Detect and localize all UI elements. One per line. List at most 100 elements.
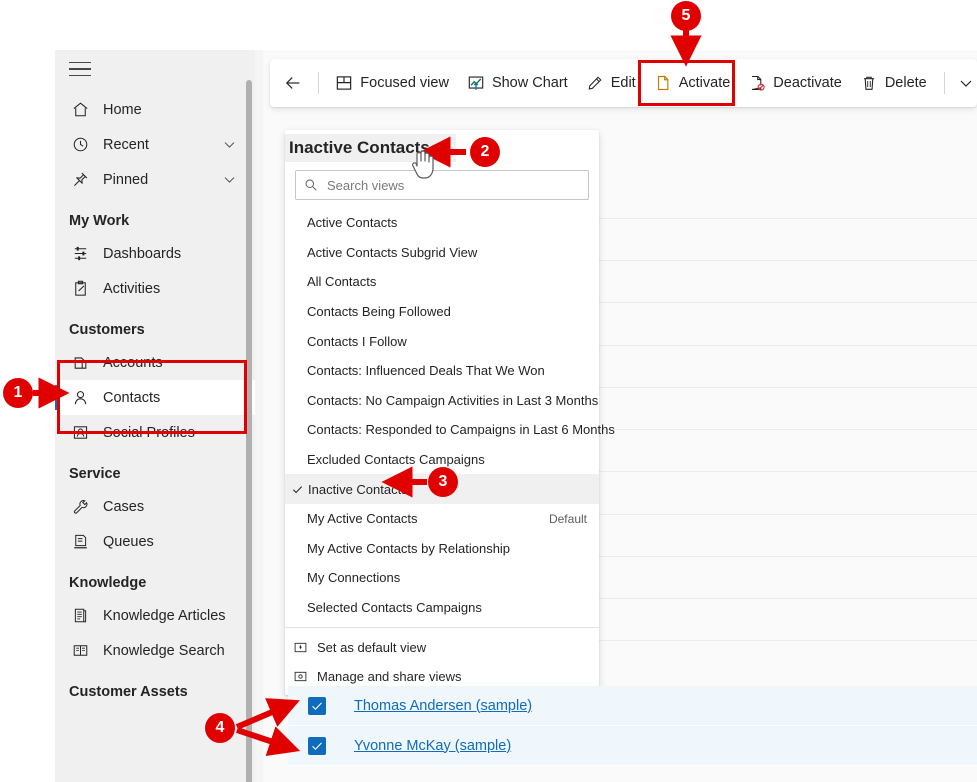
delete-button[interactable]: Delete bbox=[851, 66, 936, 100]
chevron-down-icon[interactable] bbox=[222, 172, 237, 187]
view-list-divider bbox=[285, 627, 599, 628]
sidebar-nav-list: Home Recent Pinned My Work Dashboards Activit… bbox=[55, 92, 255, 707]
sidebar-item-label: Queues bbox=[103, 534, 247, 550]
sidebar-item-label: Cases bbox=[103, 499, 247, 515]
accounts-icon bbox=[69, 353, 91, 373]
sidebar-item-label: Home bbox=[103, 102, 247, 118]
view-item-selected-contacts-campaigns[interactable]: Selected Contacts Campaigns bbox=[285, 593, 599, 623]
view-item-label: Selected Contacts Campaigns bbox=[307, 600, 587, 615]
view-item-label: My Active Contacts bbox=[307, 511, 541, 526]
article-icon bbox=[69, 606, 91, 626]
table-row[interactable]: Yvonne McKay (sample) bbox=[288, 726, 977, 766]
dashboard-icon bbox=[71, 244, 90, 263]
table-row[interactable]: Thomas Andersen (sample) bbox=[288, 686, 977, 726]
deactivate-icon bbox=[748, 74, 766, 92]
view-item-contacts-no-campaign-activities-in-last-3-months[interactable]: Contacts: No Campaign Activities in Last… bbox=[285, 386, 599, 416]
focused-view-button[interactable]: Focused view bbox=[326, 66, 458, 100]
sidebar-scrollbar[interactable] bbox=[246, 80, 252, 782]
sidebar-item-recent[interactable]: Recent bbox=[55, 127, 255, 162]
chevron-down-icon bbox=[222, 137, 237, 152]
view-item-label: My Active Contacts by Relationship bbox=[307, 541, 587, 556]
chevron-down-icon[interactable] bbox=[222, 137, 237, 152]
sidebar-item-knowledge-search[interactable]: Knowledge Search bbox=[55, 633, 255, 668]
article-icon bbox=[71, 606, 90, 625]
show-chart-icon bbox=[467, 74, 485, 92]
sidebar-item-dashboards[interactable]: Dashboards bbox=[55, 236, 255, 271]
view-item-contacts-i-follow[interactable]: Contacts I Follow bbox=[285, 326, 599, 356]
activate-button[interactable]: Activate bbox=[645, 66, 740, 100]
clock-icon bbox=[69, 135, 91, 155]
view-item-label: Contacts: Influenced Deals That We Won bbox=[307, 363, 587, 378]
view-item-active-contacts[interactable]: Active Contacts bbox=[285, 208, 599, 238]
view-item-contacts-responded-to-campaigns-in-last-6-months[interactable]: Contacts: Responded to Campaigns in Last… bbox=[285, 415, 599, 445]
annotation-badge-4: 4 bbox=[205, 713, 235, 743]
sidebar-item-social-profiles[interactable]: Social Profiles bbox=[55, 415, 255, 450]
focused-view-icon bbox=[335, 74, 353, 92]
sidebar-item-queues[interactable]: Queues bbox=[55, 524, 255, 559]
command-bar-overflow-button[interactable] bbox=[954, 66, 977, 100]
view-item-all-contacts[interactable]: All Contacts bbox=[285, 267, 599, 297]
trash-icon bbox=[860, 74, 878, 92]
annotation-badge-1: 1 bbox=[3, 378, 33, 408]
edit-button[interactable]: Edit bbox=[577, 66, 645, 100]
sidebar-item-contacts[interactable]: Contacts bbox=[55, 380, 255, 415]
contact-icon bbox=[71, 388, 90, 407]
command-bar: Focused view Show ChartEditActivate Deacti… bbox=[270, 59, 977, 107]
back-button[interactable] bbox=[280, 66, 306, 100]
sidebar: Home Recent Pinned My Work Dashboards Activit… bbox=[55, 50, 255, 782]
queue-icon bbox=[69, 532, 91, 552]
focused-view-label: Focused view bbox=[360, 75, 449, 91]
set-default-view-icon bbox=[293, 640, 308, 655]
contact-name-link[interactable]: Thomas Andersen (sample) bbox=[354, 698, 532, 714]
view-item-label: Contacts: Responded to Campaigns in Last… bbox=[307, 422, 615, 437]
clock-icon bbox=[71, 135, 90, 154]
sidebar-item-accounts[interactable]: Accounts bbox=[55, 345, 255, 380]
site-map-hamburger-icon[interactable] bbox=[69, 62, 91, 78]
view-item-my-active-contacts[interactable]: My Active ContactsDefault bbox=[285, 504, 599, 534]
search-views-input[interactable] bbox=[325, 177, 580, 194]
view-item-contacts-being-followed[interactable]: Contacts Being Followed bbox=[285, 297, 599, 327]
command-bar-divider-2 bbox=[944, 72, 945, 94]
view-item-my-active-contacts-by-relationship[interactable]: My Active Contacts by Relationship bbox=[285, 534, 599, 564]
sidebar-group-service: Service bbox=[55, 450, 255, 489]
activate-icon bbox=[654, 74, 672, 92]
sidebar-item-label: Social Profiles bbox=[103, 425, 247, 441]
sidebar-item-activities[interactable]: Activities bbox=[55, 271, 255, 306]
view-item-contacts-influenced-deals-that-we-won[interactable]: Contacts: Influenced Deals That We Won bbox=[285, 356, 599, 386]
deactivate-label: Deactivate bbox=[773, 75, 842, 91]
search-views-field[interactable] bbox=[295, 170, 589, 200]
annotation-badge-5: 5 bbox=[671, 1, 701, 31]
sidebar-item-label: Knowledge Articles bbox=[103, 608, 247, 624]
contact-icon bbox=[69, 388, 91, 408]
content-left-gutter bbox=[255, 50, 263, 782]
sidebar-item-pinned[interactable]: Pinned bbox=[55, 162, 255, 197]
sidebar-group-customer-assets: Customer Assets bbox=[55, 668, 255, 707]
command-bar-buttons: Focused view Show ChartEditActivate Deacti… bbox=[326, 66, 935, 100]
view-item-active-contacts-subgrid-view[interactable]: Active Contacts Subgrid View bbox=[285, 238, 599, 268]
home-icon bbox=[71, 100, 90, 119]
row-checkbox[interactable] bbox=[308, 697, 326, 715]
deactivate-button[interactable]: Deactivate bbox=[739, 66, 851, 100]
sidebar-item-home[interactable]: Home bbox=[55, 92, 255, 127]
pin-icon bbox=[69, 170, 91, 190]
contact-name-link[interactable]: Yvonne McKay (sample) bbox=[354, 738, 511, 754]
view-action-set-as-default-view[interactable]: Set as default view bbox=[285, 632, 599, 662]
view-selector-button[interactable]: Inactive Contacts bbox=[285, 134, 456, 162]
view-item-label: Contacts I Follow bbox=[307, 334, 587, 349]
screenshot-root: Home Recent Pinned My Work Dashboards Activit… bbox=[0, 0, 977, 782]
sidebar-item-label: Recent bbox=[103, 137, 222, 153]
activities-icon bbox=[71, 279, 90, 298]
manage-views-icon bbox=[293, 669, 308, 684]
sidebar-item-cases[interactable]: Cases bbox=[55, 489, 255, 524]
show-chart-button[interactable]: Show Chart bbox=[458, 66, 577, 100]
chevron-down-icon[interactable] bbox=[436, 141, 450, 155]
sidebar-item-label: Pinned bbox=[103, 172, 222, 188]
book-icon bbox=[71, 641, 90, 660]
row-checkbox[interactable] bbox=[308, 737, 326, 755]
view-item-my-connections[interactable]: My Connections bbox=[285, 563, 599, 593]
pencil-icon bbox=[586, 74, 604, 92]
sidebar-item-label: Dashboards bbox=[103, 246, 247, 262]
sidebar-group-my-work: My Work bbox=[55, 197, 255, 236]
sidebar-item-knowledge-articles[interactable]: Knowledge Articles bbox=[55, 598, 255, 633]
set-default-view-icon bbox=[293, 640, 308, 655]
